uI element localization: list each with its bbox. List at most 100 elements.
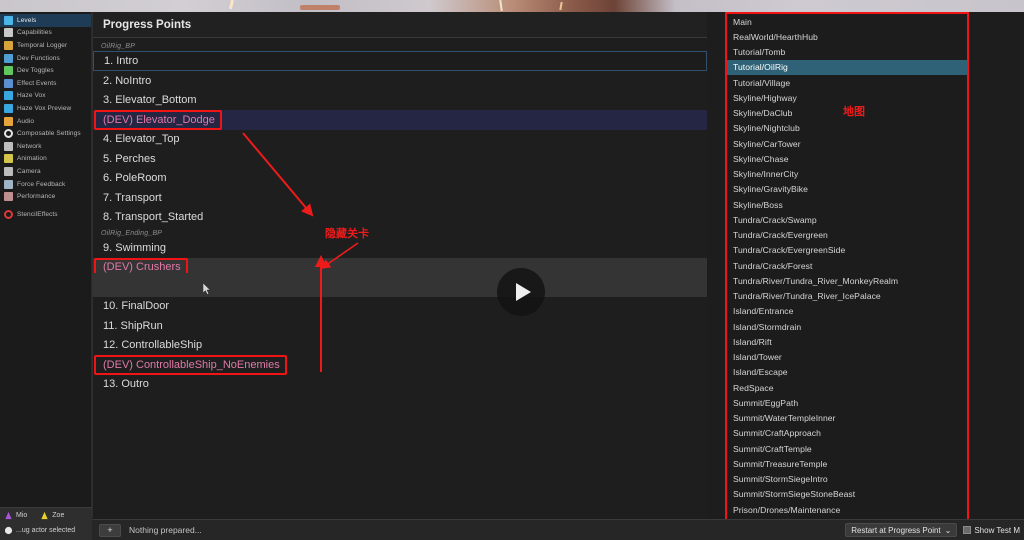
spark-effect <box>499 0 503 12</box>
level-list-item[interactable]: Skyline/Boss <box>727 197 967 212</box>
sidebar-item-camera[interactable]: Camera <box>0 165 91 178</box>
progress-point-label: 8. Transport_Started <box>103 211 204 224</box>
level-list-item[interactable]: Tutorial/Village <box>727 75 967 90</box>
sidebar-item-dev-functions[interactable]: Dev Functions <box>0 52 91 65</box>
sidebar-item-audio[interactable]: Audio <box>0 115 91 128</box>
level-list-item[interactable]: Tundra/River/Tundra_River_MonkeyRealm <box>727 273 967 288</box>
level-list-item[interactable]: Tutorial/OilRig <box>727 59 967 75</box>
level-list-item[interactable]: RedSpace <box>727 380 967 395</box>
level-list-item[interactable]: Prison/Drones/Maintenance <box>727 502 967 517</box>
video-scrub-bar[interactable] <box>92 273 707 297</box>
sidebar-item-label: Dev Functions <box>17 54 60 62</box>
progress-point-row[interactable]: 2. NoIntro <box>93 71 707 91</box>
level-list-item[interactable]: Tundra/River/Tundra_River_IcePalace <box>727 289 967 304</box>
level-list-item[interactable]: Island/Escape <box>727 365 967 380</box>
level-list-item-label: Summit/WaterTempleInner <box>733 413 836 424</box>
progress-point-row[interactable]: 7. Transport <box>93 188 707 208</box>
sidebar-item-temporal-logger[interactable]: Temporal Logger <box>0 39 91 52</box>
level-list-item[interactable]: RealWorld/HearthHub <box>727 29 967 44</box>
progress-points-list: OilRig_BP 1. Intro 2. NoIntro 3. Elevator_B… <box>93 38 707 394</box>
play-triangle <box>515 283 531 301</box>
level-list-item[interactable]: Skyline/Nightclub <box>727 121 967 136</box>
annotation-map: 地图 <box>843 106 865 118</box>
level-list-item[interactable]: Skyline/CarTower <box>727 136 967 151</box>
level-list-item[interactable]: Main <box>727 14 967 29</box>
level-list-item[interactable]: Summit/WaterTempleInner <box>727 411 967 426</box>
progress-point-row[interactable]: (DEV) ControllableShip_NoEnemies <box>93 355 707 375</box>
restart-at-progress-point-button[interactable]: Restart at Progress Point ⌄ <box>845 523 958 537</box>
stencil-effects-icon <box>4 209 13 219</box>
haze-vox-preview-icon <box>4 103 13 113</box>
level-list-item[interactable]: Island/Tower <box>727 350 967 365</box>
progress-point-label: 4. Elevator_Top <box>103 133 180 146</box>
progress-point-row[interactable]: 4. Elevator_Top <box>93 130 707 150</box>
sidebar-item-network[interactable]: Network <box>0 140 91 153</box>
gear-icon <box>4 129 13 139</box>
level-list-item-label: Island/Escape <box>733 367 788 378</box>
play-icon[interactable] <box>497 268 545 316</box>
sidebar-item-haze-vox-preview[interactable]: Haze Vox Preview <box>0 102 91 115</box>
status-bar-right: Restart at Progress Point ⌄ Show Test M <box>845 523 1024 537</box>
sidebar-item-capabilities[interactable]: Capabilities <box>0 27 91 40</box>
progress-point-label: (DEV) ControllableShip_NoEnemies <box>103 358 280 371</box>
progress-point-row[interactable]: 1. Intro <box>93 51 707 71</box>
progress-point-row[interactable]: (DEV) Elevator_Dodge <box>93 110 707 130</box>
level-list-item[interactable]: Tundra/Crack/Evergreen <box>727 228 967 243</box>
debug-actor-status: ...ug actor selected <box>16 527 76 534</box>
page-title: Progress Points <box>93 12 707 38</box>
sidebar-item-force-feedback[interactable]: Force Feedback <box>0 178 91 191</box>
progress-point-row[interactable]: 6. PoleRoom <box>93 169 707 189</box>
level-list-item-label: Island/Tower <box>733 352 782 363</box>
zoe-label: Zoe <box>52 512 65 519</box>
sidebar-item-label: Effect Events <box>17 79 57 87</box>
progress-point-row[interactable]: 10. FinalDoor <box>93 297 707 317</box>
level-list-item[interactable]: Summit/TreasureTemple <box>727 456 967 471</box>
level-list-item[interactable]: Summit/CraftTemple <box>727 441 967 456</box>
progress-point-row[interactable]: 5. Perches <box>93 149 707 169</box>
level-list-item[interactable]: Skyline/Chase <box>727 151 967 166</box>
progress-point-row[interactable]: 8. Transport_Started <box>93 208 707 228</box>
level-list-item-label: Tundra/Crack/Evergreen <box>733 230 828 241</box>
level-list-item[interactable]: Summit/StormSiegeIntro <box>727 472 967 487</box>
sidebar-item-effect-events[interactable]: Effect Events <box>0 77 91 90</box>
level-list-item[interactable]: Island/Stormdrain <box>727 319 967 334</box>
level-list-item[interactable]: Summit/CraftApproach <box>727 426 967 441</box>
progress-point-row[interactable]: 9. Swimming <box>93 238 707 258</box>
level-list-item-label: Island/Stormdrain <box>733 321 802 332</box>
sidebar-item-haze-vox[interactable]: Haze Vox <box>0 90 91 103</box>
level-list-item[interactable]: Summit/StormSiegeStoneBeast <box>727 487 967 502</box>
chevron-down-icon: ⌄ <box>944 525 952 535</box>
sidebar-item-stencileffects[interactable]: StencilEffects <box>0 208 91 221</box>
level-list-item-label: Skyline/GravityBike <box>733 184 808 195</box>
progress-point-label: 9. Swimming <box>103 241 166 254</box>
progress-point-row[interactable]: 11. ShipRun <box>93 316 707 336</box>
sidebar-item-animation[interactable]: Animation <box>0 153 91 166</box>
progress-point-label: 1. Intro <box>104 55 139 67</box>
progress-point-row[interactable]: 12. ControllableShip <box>93 336 707 356</box>
level-list-item[interactable]: Skyline/InnerCity <box>727 167 967 182</box>
editor-window: Levels Capabilities Temporal Logger Dev Fun… <box>0 12 1024 540</box>
level-list-item-label: Tutorial/Tomb <box>733 47 786 58</box>
level-list-item[interactable]: Tutorial/Tomb <box>727 45 967 60</box>
progress-point-row[interactable]: 13. Outro <box>93 375 707 395</box>
sidebar-item-label: Camera <box>17 167 41 175</box>
sidebar-item-composable-settings[interactable]: Composable Settings <box>0 127 91 140</box>
level-list-item[interactable]: Tundra/Crack/Swamp <box>727 212 967 227</box>
level-list-item[interactable]: Skyline/GravityBike <box>727 182 967 197</box>
progress-point-label: 6. PoleRoom <box>103 172 167 185</box>
sidebar-item-levels[interactable]: Levels <box>0 14 91 27</box>
sidebar-item-performance[interactable]: Performance <box>0 190 91 203</box>
level-list-item[interactable]: Summit/EggPath <box>727 395 967 410</box>
add-button[interactable]: + <box>99 523 121 537</box>
level-list-item[interactable]: Island/Rift <box>727 334 967 349</box>
level-list-item[interactable]: Island/Entrance <box>727 304 967 319</box>
level-list-item-label: Skyline/Chase <box>733 153 789 164</box>
level-list-item[interactable]: Tundra/Crack/Forest <box>727 258 967 273</box>
sidebar-item-label: Network <box>17 142 42 150</box>
sidebar-item-label: Levels <box>17 16 37 24</box>
progress-point-row[interactable]: 3. Elevator_Bottom <box>93 91 707 111</box>
show-test-checkbox[interactable]: Show Test M <box>963 526 1020 535</box>
annotation-hidden-levels: 隐藏关卡 <box>325 228 369 240</box>
level-list-item[interactable]: Tundra/Crack/EvergreenSide <box>727 243 967 258</box>
sidebar-item-dev-toggles[interactable]: Dev Toggles <box>0 64 91 77</box>
